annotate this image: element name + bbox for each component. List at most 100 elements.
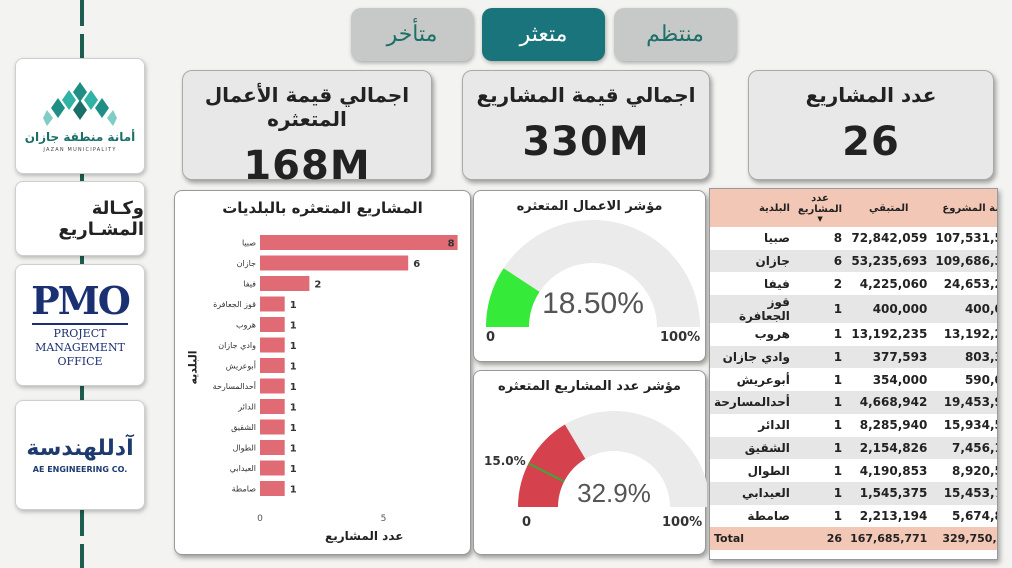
tab-stalled[interactable]: متعثر: [482, 8, 605, 61]
kpi-projects-value-label: اجمالي قيمة المشاريع: [476, 83, 696, 107]
bar[interactable]: [260, 378, 285, 394]
cell-total-remaining: 167,685,771: [846, 527, 932, 550]
bar-value-label: 1: [290, 485, 297, 496]
bar[interactable]: [260, 296, 285, 312]
bar-value-label: 1: [290, 362, 297, 373]
table-row[interactable]: العيدابي11,545,37515,453,750: [710, 481, 997, 505]
cell-remaining: 72,842,059: [851, 231, 928, 246]
table-row[interactable]: قوز الجعافرة1400,000400,000: [710, 295, 997, 324]
cell-count: 2: [833, 276, 843, 291]
bar[interactable]: [260, 358, 285, 373]
bar[interactable]: [260, 276, 310, 291]
cell-project-value: 590,000: [964, 372, 997, 387]
cell-project-value: 19,453,924: [931, 391, 997, 414]
bar-category-label: جازان: [237, 259, 256, 268]
table-row[interactable]: أحدالمسارحة14,668,94219,453,924: [710, 391, 997, 414]
bar-category-label: قوز الجعافرة: [213, 300, 256, 309]
bar-value-label: 2: [314, 280, 321, 291]
bar-chart: صبيا 8 جازان 6 فيفا 2 قوز الجعافرة 1 هروب 1 وادي ج…: [213, 235, 458, 524]
tab-regular[interactable]: منتظم: [614, 8, 736, 61]
kpi-works-label: اجمالي قيمة الأعمال المتعثره: [204, 83, 410, 131]
cell-remaining: 400,000: [846, 295, 932, 324]
cell-count: 1: [793, 436, 847, 460]
col-header-municipality[interactable]: البلدية: [710, 189, 794, 227]
bar[interactable]: [260, 337, 285, 353]
bar-value-label: 1: [290, 444, 297, 455]
cell-remaining: 1,545,375: [846, 481, 932, 505]
kpi-project-count-card: عدد المشاريع 26: [748, 70, 994, 180]
col-header-project-value[interactable]: قيمة المشروع: [931, 189, 997, 227]
municipality-table: البلدية عدد المشاريع▼ المتبقي قيمة المشر…: [710, 189, 997, 550]
kpi-project-count-label: عدد المشاريع: [805, 83, 937, 107]
cell-municipality: صبيا: [764, 231, 790, 246]
jazan-logo-arabic: أمانة منطقة جازان: [24, 129, 136, 144]
cell-project-value: 109,686,323: [931, 249, 997, 273]
cell-project-value: 8,920,505: [952, 463, 997, 478]
projects-gauge-max: 100%: [662, 515, 702, 530]
pmo-line-2: MANAGEMENT: [35, 341, 125, 354]
cell-remaining: 4,668,942: [846, 391, 932, 414]
bar[interactable]: [260, 399, 285, 414]
table-row[interactable]: فيفا 2 4,225,060 24,653,242: [710, 272, 997, 295]
table-row[interactable]: صبيا 8 72,842,059 107,531,592: [710, 227, 997, 250]
cell-project-value: 13,192,235: [943, 327, 997, 342]
table-row[interactable]: الطوال 1 4,190,853 8,920,505: [710, 459, 997, 482]
kpi-works-value: 168M: [243, 143, 371, 189]
bar[interactable]: [260, 419, 285, 435]
table-row[interactable]: جازان653,235,693109,686,323: [710, 249, 997, 273]
cell-count: 1: [793, 391, 847, 414]
table-row[interactable]: هروب 1 13,192,235 13,192,235: [710, 323, 997, 346]
cell-count: 8: [833, 231, 843, 246]
kpi-works-value-card: اجمالي قيمة الأعمال المتعثره 168M: [182, 70, 432, 189]
projects-gauge-value: 32.9%: [577, 478, 651, 508]
cell-remaining: 13,192,235: [851, 327, 928, 342]
bar-chart-xlabel: عدد المشاريع: [325, 529, 404, 543]
cell-remaining: 377,593: [846, 345, 932, 369]
bar-category-label: أحدالمسارحة: [213, 381, 256, 391]
works-gauge-value: 18.50%: [542, 287, 644, 320]
cell-remaining: 4,225,060: [859, 276, 928, 291]
table-total-row: Total26167,685,771329,750,465: [710, 527, 997, 550]
col-header-count[interactable]: عدد المشاريع ▼: [793, 189, 847, 227]
bar[interactable]: [260, 460, 285, 476]
bar[interactable]: [260, 440, 285, 455]
tab-delayed[interactable]: متأخر: [351, 8, 473, 61]
bar-category-label: وادي جازان: [218, 341, 256, 350]
table-row[interactable]: الشقيق12,154,8267,456,147: [710, 436, 997, 460]
cell-remaining: 4,190,853: [859, 463, 928, 478]
cell-count: 1: [793, 295, 847, 324]
col-header-remaining[interactable]: المتبقي: [846, 189, 932, 227]
table-row[interactable]: الدائر 1 8,285,940 15,934,500: [710, 414, 997, 437]
cell-municipality: الدائر: [758, 418, 790, 433]
bar[interactable]: [260, 317, 285, 332]
cell-project-value: 7,456,147: [931, 436, 997, 460]
cell-municipality: صامطة: [747, 508, 790, 523]
cell-count: 1: [833, 463, 843, 478]
table-row[interactable]: وادي جازان1377,593803,390: [710, 345, 997, 369]
bar-category-label: الدائر: [237, 403, 256, 412]
cell-count: 1: [793, 345, 847, 369]
works-gauge-title: مؤشر الاعمال المتعثره: [516, 199, 663, 214]
ae-logo-card: آدللهندسة AE ENGINEERING CO.: [15, 400, 145, 510]
cell-municipality: أحدالمسارحة: [710, 391, 794, 414]
jazan-logo-card: أمانة منطقة جازان JAZAN MUNICIPALITY: [15, 58, 145, 174]
pmo-line-3: OFFICE: [57, 355, 103, 368]
table-row[interactable]: صامطة 1 2,213,194 5,674,857: [710, 505, 997, 528]
cell-count: 1: [833, 327, 843, 342]
bar[interactable]: [260, 255, 409, 271]
cell-project-value: 803,390: [931, 345, 997, 369]
bar[interactable]: [260, 235, 458, 250]
table-row[interactable]: أبوعريش 1 354,000 590,000: [710, 368, 997, 391]
cell-municipality: فيفا: [764, 276, 790, 291]
bar-chart-title: المشاريع المتعثره بالبلديات: [222, 199, 423, 217]
bar-category-label: صامطة: [232, 485, 257, 494]
projects-gauge: 32.9% 15.0% 0 100%: [484, 411, 707, 530]
cell-project-value: 5,674,857: [952, 508, 997, 523]
bar-value-label: 1: [290, 423, 297, 434]
ae-logo-arabic: آدللهندسة: [26, 436, 134, 461]
bar-category-label: صبيا: [242, 239, 256, 248]
bar-category-label: الشقيق: [231, 423, 256, 432]
x-tick-label: 0: [257, 514, 263, 524]
bar[interactable]: [260, 481, 285, 496]
works-gauge: 18.50% 0 100%: [486, 220, 700, 345]
